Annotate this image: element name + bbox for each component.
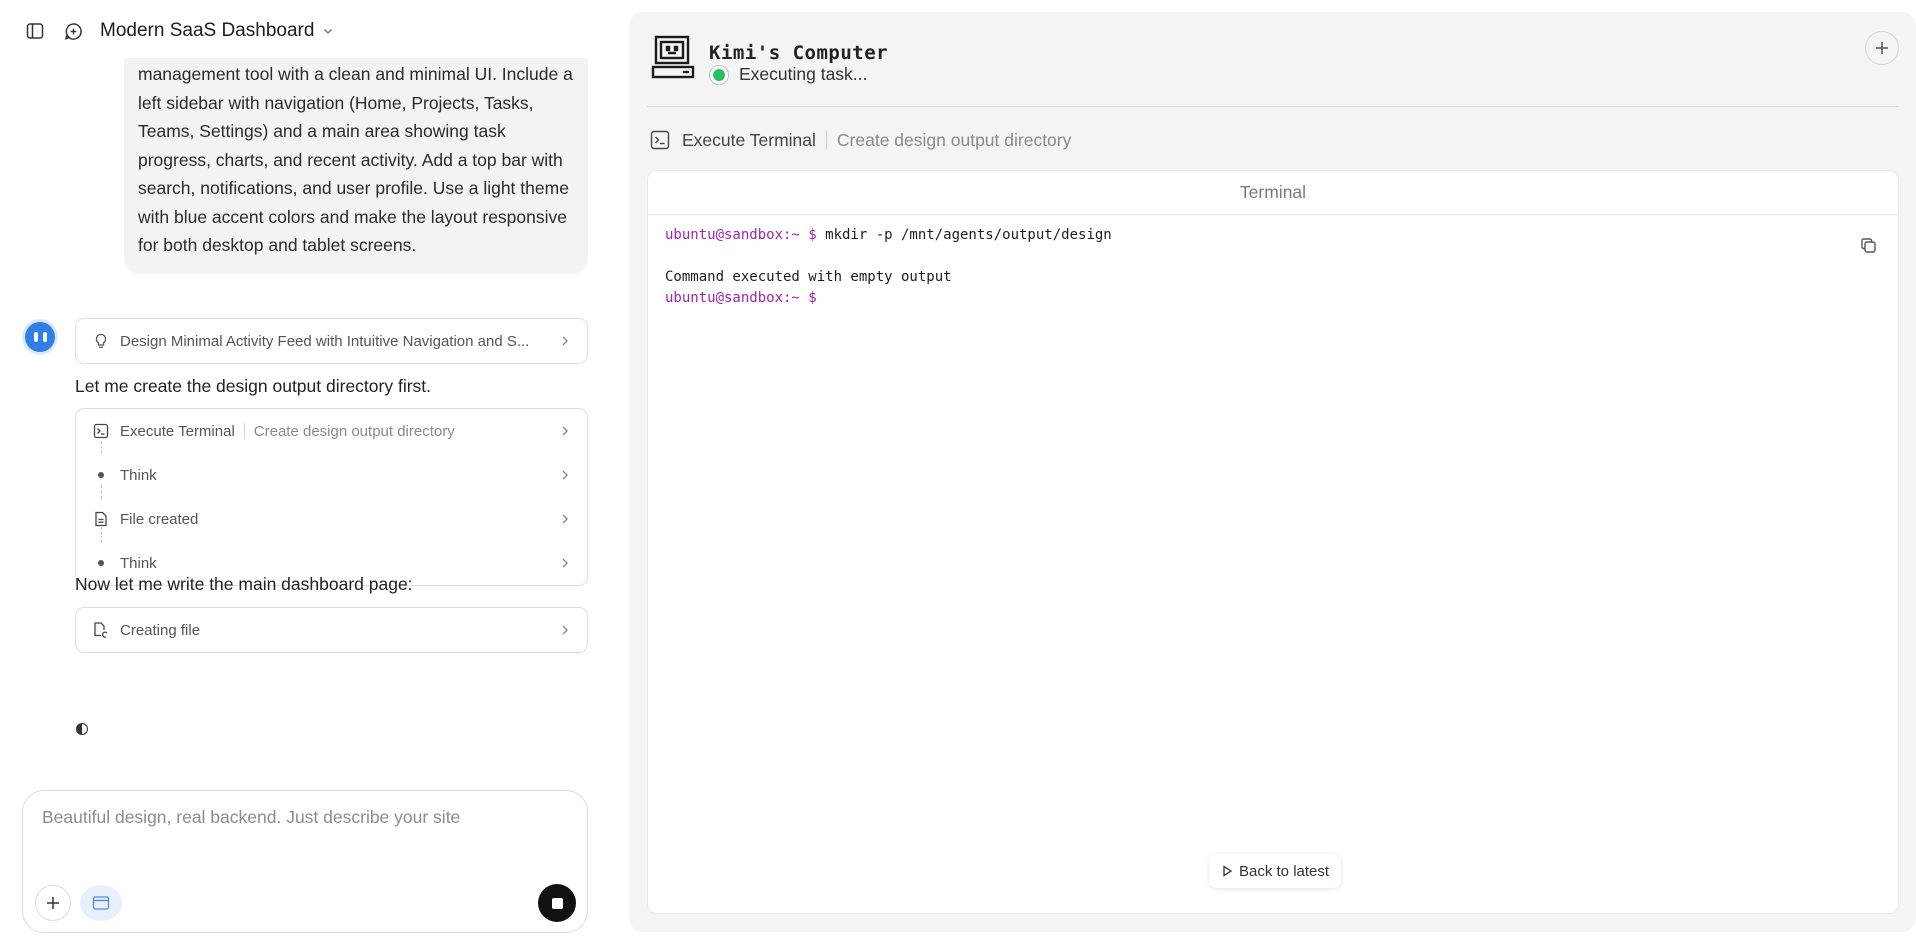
prompt-input[interactable] <box>42 807 562 828</box>
chevron-right-icon <box>559 624 571 636</box>
lightbulb-icon <box>92 332 110 350</box>
file-loading-icon <box>92 621 110 639</box>
assistant-text-2: Now let me write the main dashboard page… <box>75 574 413 594</box>
computer-title: Kimi's Computer <box>709 42 889 64</box>
header-divider <box>647 106 1899 107</box>
step-label: Think <box>120 466 157 484</box>
tool-breadcrumb: Execute Terminal Create design output di… <box>649 129 1071 151</box>
tool-description: Create design output directory <box>836 129 1072 150</box>
file-icon <box>92 510 110 528</box>
step-label: Think <box>120 554 157 572</box>
user-message: management tool with a clean and minimal… <box>124 58 588 274</box>
step-file-created[interactable]: File created <box>76 497 587 541</box>
chevron-right-icon <box>559 335 571 347</box>
attach-button[interactable] <box>35 885 71 921</box>
step-sub-label: Create design output directory <box>253 422 455 440</box>
terminal-icon <box>649 129 671 151</box>
terminal-window: Terminal ubuntu@sandbox:~ $ mkdir -p /mn… <box>647 170 1899 914</box>
play-icon <box>1221 865 1233 877</box>
terminal-output[interactable]: ubuntu@sandbox:~ $ mkdir -p /mnt/agents/… <box>665 225 1112 309</box>
terminal-prompt: ubuntu@sandbox:~ $ <box>665 290 817 306</box>
steps-card: Execute Terminal Create design output di… <box>75 408 588 586</box>
task-status: Executing task... <box>709 64 867 85</box>
step-think[interactable]: Think <box>76 453 587 497</box>
step-execute-terminal[interactable]: Execute Terminal Create design output di… <box>76 409 587 453</box>
chevron-right-icon <box>559 513 571 525</box>
chat-title[interactable]: Modern SaaS Dashboard <box>100 20 314 42</box>
chat-panel: Modern SaaS Dashboard management tool wi… <box>0 0 612 946</box>
app-root: Modern SaaS Dashboard management tool wi… <box>0 0 1916 946</box>
chevron-right-icon <box>559 469 571 481</box>
back-to-latest-button[interactable]: Back to latest <box>1209 854 1342 888</box>
sidebar-toggle-icon[interactable] <box>22 18 48 44</box>
website-mode-button[interactable] <box>80 885 122 921</box>
step-label: Execute Terminal <box>120 422 235 440</box>
chat-scroll[interactable]: management tool with a clean and minimal… <box>0 58 612 783</box>
status-text: Executing task... <box>739 64 868 84</box>
loading-indicator-icon <box>76 723 88 735</box>
terminal-line: ubuntu@sandbox:~ $ mkdir -p /mnt/agents/… <box>665 225 1112 246</box>
creating-file-card[interactable]: Creating file <box>75 607 588 653</box>
terminal-prompt: ubuntu@sandbox:~ $ <box>665 227 817 243</box>
chevron-right-icon <box>559 425 571 437</box>
chevron-down-icon[interactable] <box>322 25 334 37</box>
terminal-output-line: Command executed with empty output <box>665 269 952 285</box>
top-bar: Modern SaaS Dashboard <box>22 18 334 44</box>
terminal-icon <box>92 422 110 440</box>
tool-name: Execute Terminal <box>682 129 816 150</box>
copy-icon[interactable] <box>1856 233 1880 257</box>
computer-icon <box>651 34 697 80</box>
plan-card-label: Design Minimal Activity Feed with Intuit… <box>120 332 530 350</box>
chevron-right-icon <box>559 557 571 569</box>
bullet-icon <box>98 472 104 478</box>
step-label: File created <box>120 510 199 528</box>
composer <box>22 790 588 933</box>
assistant-text-1: Let me create the design output director… <box>75 376 432 396</box>
new-chat-icon[interactable] <box>60 18 86 44</box>
stop-button[interactable] <box>538 884 576 922</box>
terminal-command: mkdir -p /mnt/agents/output/design <box>816 227 1112 243</box>
assistant-avatar <box>25 322 55 352</box>
back-to-latest-label: Back to latest <box>1239 862 1330 880</box>
expand-button[interactable] <box>1865 31 1899 65</box>
creating-file-label: Creating file <box>120 621 201 639</box>
terminal-line: ubuntu@sandbox:~ $ <box>665 288 1112 309</box>
plan-card[interactable]: Design Minimal Activity Feed with Intuit… <box>75 318 588 364</box>
status-indicator-icon <box>709 64 729 85</box>
bullet-icon <box>98 560 104 566</box>
terminal-title: Terminal <box>648 171 1898 215</box>
computer-panel: Kimi's Computer Executing task... Execut… <box>629 12 1916 932</box>
computer-header <box>651 34 697 80</box>
